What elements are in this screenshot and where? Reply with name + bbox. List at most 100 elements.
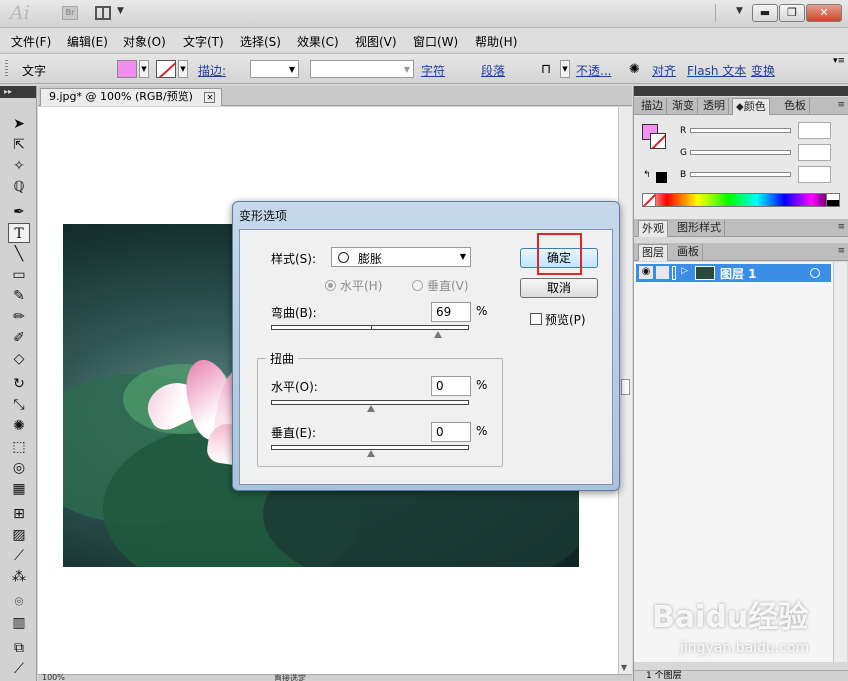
arrange-dropdown-icon[interactable]: ▼ [117, 6, 124, 16]
close-tab-icon[interactable]: ✕ [204, 91, 216, 103]
channel-g-slider[interactable] [690, 150, 791, 155]
eraser-tool-icon[interactable]: ◇ [8, 349, 30, 369]
flash-text-link[interactable]: Flash 文本 [687, 62, 746, 79]
shape-builder-tool-icon[interactable]: ◎ [8, 458, 30, 478]
vertical-radio[interactable] [412, 280, 423, 291]
gradient-tool-icon[interactable]: ▨ [8, 525, 30, 545]
slice-tool-icon[interactable]: ⟋ [8, 659, 30, 679]
control-bar-grip[interactable] [5, 60, 8, 78]
menu-effect[interactable]: 效果(C) [297, 33, 339, 50]
channel-r-slider[interactable] [690, 128, 791, 133]
horizontal-radio[interactable] [325, 280, 336, 291]
menu-file[interactable]: 文件(F) [11, 33, 51, 50]
menu-edit[interactable]: 编辑(E) [67, 33, 108, 50]
panel-menu-icon[interactable]: ≡ [837, 246, 845, 256]
channel-g-input[interactable] [798, 144, 831, 161]
channel-r-input[interactable] [798, 122, 831, 139]
restore-button[interactable]: ❐ [779, 4, 805, 22]
out-of-gamut-icon[interactable]: ↰ [643, 170, 651, 180]
tab-graphic-styles[interactable]: 图形样式 [674, 220, 725, 237]
pen-tool-icon[interactable]: ✒ [8, 202, 30, 222]
panel-menu-icon[interactable]: ≡ [837, 222, 845, 232]
distort-horizontal-input[interactable]: 0 [431, 376, 471, 396]
expand-layer-icon[interactable]: ▷ [681, 266, 688, 276]
tab-appearance[interactable]: 外观 [638, 220, 668, 237]
lock-toggle[interactable] [656, 266, 669, 279]
menu-object[interactable]: 对象(O) [123, 33, 166, 50]
perspective-grid-tool-icon[interactable]: ▦ [8, 479, 30, 499]
stroke-color-swatch[interactable] [156, 60, 176, 78]
black-swatch[interactable] [656, 172, 667, 183]
free-transform-tool-icon[interactable]: ⬚ [8, 437, 30, 457]
style-select[interactable]: 膨胀 ▼ [331, 247, 471, 267]
color-stroke-box[interactable] [650, 133, 666, 149]
pencil-tool-icon[interactable]: ✏ [8, 307, 30, 327]
tab-stroke[interactable]: 描边 [638, 98, 667, 115]
variable-width-select[interactable]: ▼ [310, 60, 414, 78]
menu-view[interactable]: 视图(V) [355, 33, 397, 50]
envelope-dropdown-icon[interactable]: ▼ [560, 60, 570, 78]
paragraph-link[interactable]: 段落 [481, 62, 505, 79]
arrange-documents-icon[interactable] [95, 6, 111, 20]
target-circle-icon[interactable] [810, 268, 820, 278]
menu-window[interactable]: 窗口(W) [413, 33, 458, 50]
canvas-vertical-scrollbar[interactable]: ▼ [618, 107, 632, 674]
artboard-tool-icon[interactable]: ⧉ [8, 638, 30, 658]
distort-vertical-thumb[interactable] [367, 450, 375, 457]
panel-dock-header[interactable] [634, 86, 848, 96]
channel-b-slider[interactable] [690, 172, 791, 177]
minimize-button[interactable]: ▬ [752, 4, 778, 22]
control-bar-menu-icon[interactable]: ▾≡ [833, 56, 845, 66]
eyedropper-tool-icon[interactable]: ⟋ [8, 546, 30, 566]
layer-name[interactable]: 图层 1 [720, 265, 757, 282]
panel-menu-icon[interactable]: ≡ [837, 100, 845, 110]
blend-tool-icon[interactable]: ⁂ [8, 567, 30, 587]
stroke-weight-select[interactable]: ▼ [250, 60, 299, 78]
rectangle-tool-icon[interactable]: ▭ [8, 265, 30, 285]
scale-tool-icon[interactable]: ⤡ [8, 395, 30, 415]
layers-scrollbar[interactable] [833, 262, 847, 662]
warp-tool-icon[interactable]: ✺ [8, 416, 30, 436]
paintbrush-tool-icon[interactable]: ✎ [8, 286, 30, 306]
canvas-scroll-thumb[interactable] [621, 379, 630, 395]
cancel-button[interactable]: 取消 [520, 278, 598, 298]
menu-select[interactable]: 选择(S) [240, 33, 281, 50]
rotate-tool-icon[interactable]: ↻ [8, 374, 30, 394]
character-link[interactable]: 字符 [421, 62, 445, 79]
type-tool-icon[interactable]: T [8, 223, 30, 243]
bend-input[interactable]: 69 [431, 302, 471, 322]
direct-selection-tool-icon[interactable]: ⇱ [8, 135, 30, 155]
document-tab[interactable]: 9.jpg* @ 100% (RGB/预览) ✕ [40, 88, 223, 106]
bridge-button[interactable]: Br [62, 6, 78, 20]
recolor-icon[interactable]: ✺ [629, 62, 640, 77]
symbol-sprayer-tool-icon[interactable]: ⌾ [8, 592, 30, 612]
align-link[interactable]: 对齐 [652, 62, 676, 79]
fill-color-swatch[interactable] [117, 60, 137, 78]
preview-checkbox[interactable] [530, 313, 542, 325]
tools-panel-header[interactable]: ▸▸ [0, 86, 36, 98]
distort-horizontal-thumb[interactable] [367, 405, 375, 412]
channel-b-input[interactable] [798, 166, 831, 183]
menu-type[interactable]: 文字(T) [183, 33, 224, 50]
blob-brush-tool-icon[interactable]: ✐ [8, 328, 30, 348]
tab-swatches[interactable]: 色板 [781, 98, 810, 115]
tab-artboards[interactable]: 画板 [674, 244, 703, 261]
tab-transparency[interactable]: 透明 [700, 98, 729, 115]
visibility-eye-icon[interactable]: ◉ [639, 266, 653, 279]
none-swatch[interactable] [642, 193, 656, 207]
bend-slider-thumb[interactable] [434, 331, 442, 338]
transform-link[interactable]: 变换 [751, 62, 775, 79]
menu-help[interactable]: 帮助(H) [475, 33, 517, 50]
column-graph-tool-icon[interactable]: ▥ [8, 613, 30, 633]
line-tool-icon[interactable]: ╲ [8, 244, 30, 264]
mesh-tool-icon[interactable]: ⊞ [8, 504, 30, 524]
tab-layers[interactable]: 图层 [638, 244, 668, 261]
workspace-dropdown-icon[interactable]: ▼ [736, 6, 743, 16]
selection-tool-icon[interactable]: ➤ [8, 114, 30, 134]
color-spectrum[interactable] [642, 193, 840, 207]
layer-row[interactable]: ◉ ▷ 图层 1 [636, 264, 831, 282]
magic-wand-tool-icon[interactable]: ✧ [8, 156, 30, 176]
zoom-level[interactable]: 100% [42, 673, 65, 681]
stroke-dropdown-icon[interactable]: ▼ [178, 60, 188, 78]
lasso-tool-icon[interactable]: ℚ [8, 177, 30, 197]
